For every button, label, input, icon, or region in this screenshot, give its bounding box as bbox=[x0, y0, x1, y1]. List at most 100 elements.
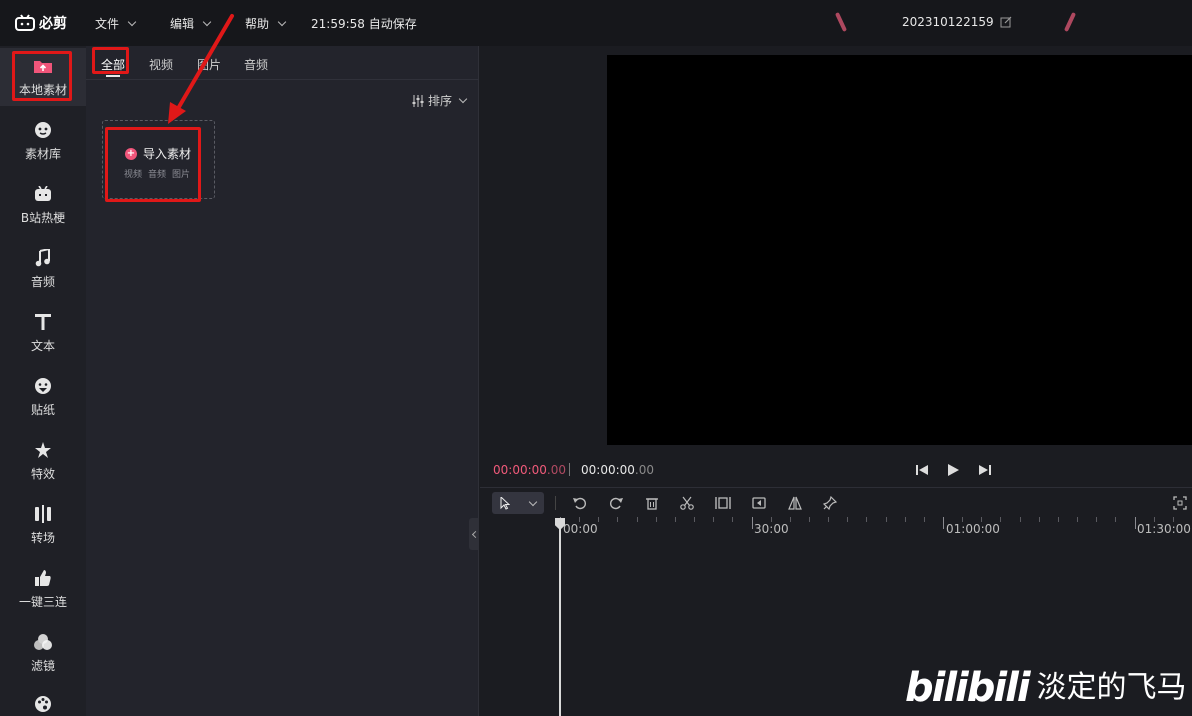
tab-active-underline bbox=[106, 75, 120, 77]
upload-folder-icon bbox=[33, 56, 53, 76]
import-type: 音频 bbox=[148, 170, 167, 180]
play-icon bbox=[948, 464, 959, 476]
import-media-card[interactable]: + 导入素材 视频 音频 图片 bbox=[102, 120, 215, 199]
cursor-icon bbox=[500, 496, 510, 510]
tv-icon bbox=[33, 184, 53, 204]
chevron-down-icon bbox=[277, 17, 287, 26]
sliders-icon bbox=[412, 94, 424, 107]
import-media-label: 导入素材 bbox=[143, 147, 192, 161]
menu-edit-label: 编辑 bbox=[170, 17, 195, 31]
timeline-toolbar bbox=[480, 487, 1192, 517]
mirror-icon bbox=[788, 496, 802, 510]
menu-edit[interactable]: 编辑 bbox=[170, 15, 212, 32]
palette-icon bbox=[33, 694, 53, 714]
ruler-tick bbox=[885, 517, 887, 522]
autosave-status: 21:59:58 自动保存 bbox=[311, 17, 417, 31]
ruler-tick bbox=[847, 517, 849, 522]
sidebar-item-library[interactable]: 素材库 bbox=[0, 112, 86, 170]
sort-label: 排序 bbox=[427, 94, 452, 108]
sidebar-item-label: 贴纸 bbox=[30, 403, 55, 417]
ruler-label: 30:00 bbox=[754, 522, 789, 536]
ruler-tick bbox=[808, 517, 810, 522]
ruler-tick bbox=[1172, 517, 1174, 522]
sidebar-item-bilibili-memes[interactable]: B站热梗 bbox=[0, 176, 86, 234]
ruler-tick bbox=[636, 517, 638, 522]
ruler-tick bbox=[598, 517, 600, 522]
chevron-down-icon bbox=[202, 17, 212, 26]
skip-forward-button[interactable] bbox=[977, 462, 993, 478]
import-type: 图片 bbox=[172, 170, 191, 180]
sidebar-item-more[interactable] bbox=[0, 680, 86, 716]
filter-icon bbox=[33, 632, 53, 652]
sidebar-item-transitions[interactable]: 转场 bbox=[0, 496, 86, 554]
playhead[interactable] bbox=[559, 518, 561, 716]
ruler-tick bbox=[579, 517, 581, 522]
ruler-tick bbox=[1038, 517, 1040, 522]
freeze-frame-button[interactable] bbox=[715, 495, 731, 511]
tab-image[interactable]: 图片 bbox=[197, 56, 221, 73]
tab-audio[interactable]: 音频 bbox=[244, 56, 268, 73]
sidebar-item-label: B站热梗 bbox=[20, 211, 66, 225]
app-logo: 必剪 bbox=[14, 13, 67, 33]
ruler-tick bbox=[1000, 517, 1002, 522]
toolbar-divider bbox=[555, 496, 556, 510]
sidebar-item-label: 特效 bbox=[30, 467, 55, 481]
sidebar-item-label: 本地素材 bbox=[18, 83, 67, 97]
ruler-tick bbox=[943, 517, 944, 529]
player-controls: 00:00:00.00 00:00:00.00 bbox=[480, 456, 1192, 486]
current-timecode: 00:00:00.00 bbox=[493, 463, 566, 477]
menu-help[interactable]: 帮助 bbox=[245, 15, 287, 32]
ruler-label: 01:30:00 bbox=[1137, 522, 1191, 536]
undo-button[interactable] bbox=[572, 495, 588, 511]
ruler-label: 01:00:00 bbox=[946, 522, 1000, 536]
chevron-down-icon bbox=[528, 497, 538, 506]
collapse-panel-button[interactable] bbox=[469, 518, 479, 550]
project-name[interactable]: 202310122159 bbox=[902, 15, 1012, 29]
select-tool-dropdown[interactable] bbox=[492, 492, 544, 514]
import-media-types: 视频 音频 图片 bbox=[124, 167, 190, 180]
timeline-ruler[interactable]: 00:00 30:00 01:00:00 01:30:00 bbox=[480, 517, 1192, 539]
sidebar-item-triple-like[interactable]: 一键三连 bbox=[0, 560, 86, 618]
plus-icon: + bbox=[125, 147, 137, 160]
sidebar-item-audio[interactable]: 音频 bbox=[0, 240, 86, 298]
sidebar-item-label: 滤镜 bbox=[30, 659, 55, 673]
mirror-button[interactable] bbox=[787, 495, 803, 511]
ruler-tick bbox=[1153, 517, 1155, 522]
sidebar: 本地素材 素材库 B站热梗 音频 文本 贴纸 特效 转场 一键三连 滤镜 bbox=[0, 46, 86, 716]
skip-back-icon bbox=[916, 465, 928, 475]
ruler-tick bbox=[962, 517, 964, 522]
fit-timeline-button[interactable] bbox=[1172, 495, 1188, 511]
sidebar-item-label: 音频 bbox=[30, 275, 55, 289]
ruler-tick bbox=[655, 517, 657, 522]
project-name-label: 202310122159 bbox=[902, 15, 994, 29]
delete-button[interactable] bbox=[644, 495, 660, 511]
redo-button[interactable] bbox=[608, 495, 624, 511]
chevron-left-icon bbox=[471, 530, 479, 538]
chevron-down-icon bbox=[127, 17, 137, 26]
star-icon bbox=[33, 440, 53, 460]
watermark-username: 淡定的飞马 bbox=[1036, 670, 1187, 705]
split-button[interactable] bbox=[679, 495, 695, 511]
scissors-icon bbox=[680, 496, 694, 510]
sort-button[interactable]: 排序 bbox=[412, 92, 468, 109]
play-button[interactable] bbox=[945, 462, 961, 478]
sidebar-item-text[interactable]: 文本 bbox=[0, 304, 86, 362]
pin-button[interactable] bbox=[822, 495, 838, 511]
crop-button[interactable] bbox=[751, 495, 767, 511]
pin-icon bbox=[823, 496, 837, 510]
current-timecode-ms: .00 bbox=[546, 463, 566, 477]
trash-icon bbox=[646, 498, 658, 510]
menu-help-label: 帮助 bbox=[245, 17, 270, 31]
edit-icon[interactable] bbox=[1000, 16, 1012, 28]
sidebar-item-filters[interactable]: 滤镜 bbox=[0, 624, 86, 682]
ruler-tick bbox=[1115, 517, 1117, 522]
menu-file[interactable]: 文件 bbox=[95, 15, 137, 32]
skip-back-button[interactable] bbox=[914, 462, 930, 478]
sidebar-item-stickers[interactable]: 贴纸 bbox=[0, 368, 86, 426]
sidebar-item-local-media[interactable]: 本地素材 bbox=[0, 48, 86, 106]
total-timecode-main: 00:00:00 bbox=[581, 463, 635, 477]
tab-video[interactable]: 视频 bbox=[149, 56, 173, 73]
fit-screen-icon bbox=[1173, 496, 1187, 510]
tab-all[interactable]: 全部 bbox=[101, 56, 125, 73]
sidebar-item-effects[interactable]: 特效 bbox=[0, 432, 86, 490]
